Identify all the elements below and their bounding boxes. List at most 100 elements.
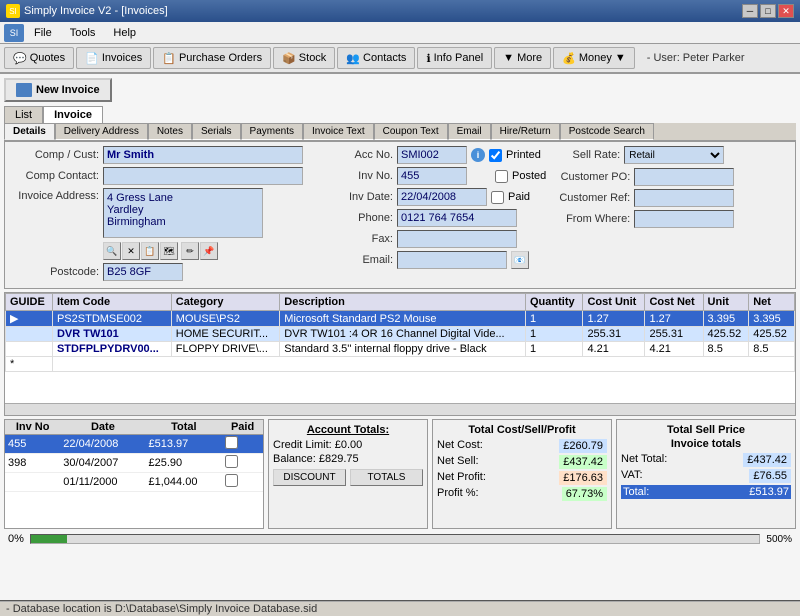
contacts-btn[interactable]: 👥Contacts: [337, 47, 415, 69]
inner-tab-coupon-text[interactable]: Coupon Text: [374, 123, 448, 140]
inv-paid-check[interactable]: [225, 436, 238, 449]
inner-tab-delivery[interactable]: Delivery Address: [55, 123, 148, 140]
postcode-input[interactable]: [103, 263, 183, 281]
stock-icon: 📦: [282, 52, 296, 65]
more-btn[interactable]: ▼More: [494, 47, 551, 69]
form-right-col: Sell Rate: Retail Customer PO: Customer …: [550, 146, 791, 284]
sell-rate-select[interactable]: Retail: [624, 146, 724, 164]
fax-label: Fax:: [333, 233, 393, 245]
printed-checkbox[interactable]: [489, 149, 502, 162]
description-cell: DVR TW101 :4 OR 16 Channel Digital Vide.…: [280, 327, 526, 342]
email-input[interactable]: [397, 251, 507, 269]
cost-sell-profit-panel: Total Cost/Sell/Profit Net Cost: £260.79…: [432, 419, 612, 529]
inv-paid-check[interactable]: [225, 455, 238, 468]
net-total-value: £437.42: [743, 453, 791, 467]
invoice-list-row[interactable]: 398 30/04/2007 £25.90: [5, 454, 263, 473]
top-actions: New Invoice: [4, 78, 796, 102]
inner-tab-serials[interactable]: Serials: [192, 123, 241, 140]
inv-date-input[interactable]: [397, 188, 487, 206]
posted-checkbox[interactable]: [495, 170, 508, 183]
discount-btn[interactable]: DISCOUNT: [273, 469, 346, 486]
vat-value: £76.55: [749, 469, 791, 483]
invoice-list-row[interactable]: 01/11/2000 £1,044.00: [5, 473, 263, 492]
category-cell: MOUSE\PS2: [171, 311, 280, 327]
quotes-btn[interactable]: 💬Quotes: [4, 47, 74, 69]
addr-clear-btn[interactable]: ✕: [122, 242, 140, 260]
net-cell: 3.395: [749, 311, 795, 327]
inner-tab-hire-return[interactable]: Hire/Return: [491, 123, 560, 140]
net-sell-label: Net Sell:: [437, 455, 479, 469]
table-row[interactable]: ▶ PS2STDMSE002 MOUSE\PS2 Microsoft Stand…: [6, 311, 795, 327]
net-cell: 425.52: [749, 327, 795, 342]
contacts-icon: 👥: [346, 52, 360, 65]
info-panel-btn[interactable]: ℹInfo Panel: [417, 47, 492, 69]
progress-pct-right: 500%: [766, 534, 792, 545]
net-total-label: Net Total:: [621, 453, 667, 467]
form-panel: Comp / Cust: Comp Contact: Invoice Addre…: [4, 141, 796, 289]
quantity-cell: 1: [525, 342, 582, 357]
menu-bar: SI File Tools Help: [0, 22, 800, 44]
email-scan-btn[interactable]: 📧: [511, 251, 529, 269]
comp-cust-input[interactable]: [103, 146, 303, 164]
addr-copy-btn[interactable]: 📋: [141, 242, 159, 260]
minimize-btn[interactable]: ─: [742, 4, 758, 18]
inv-date-cell: 30/04/2007: [60, 454, 145, 473]
tab-invoice[interactable]: Invoice: [43, 106, 103, 123]
col-cost-unit: Cost Unit: [583, 294, 645, 311]
money-btn[interactable]: 💰Money▼: [553, 47, 635, 69]
tab-list[interactable]: List: [4, 106, 43, 123]
addr-map-btn[interactable]: 🗺: [160, 242, 178, 260]
col-cost-net: Cost Net: [645, 294, 703, 311]
table-row[interactable]: STDFPLPYDRV00... FLOPPY DRIVE\... Standa…: [6, 342, 795, 357]
close-btn[interactable]: ✕: [778, 4, 794, 18]
table-row[interactable]: DVR TW101 HOME SECURIT... DVR TW101 :4 O…: [6, 327, 795, 342]
acc-no-input[interactable]: [397, 146, 467, 164]
inner-tab-details[interactable]: Details: [4, 123, 55, 140]
from-where-input[interactable]: [634, 210, 734, 228]
progress-bar-fill: [31, 535, 67, 543]
stock-btn[interactable]: 📦Stock: [273, 47, 335, 69]
comp-contact-input[interactable]: [103, 167, 303, 185]
app-logo-icon: SI: [4, 24, 24, 42]
inv-paid-check[interactable]: [225, 474, 238, 487]
vat-label: VAT:: [621, 469, 643, 483]
invoice-list-row[interactable]: 455 22/04/2008 £513.97: [5, 435, 263, 454]
menu-help[interactable]: Help: [105, 25, 144, 41]
invoice-list-panel: Inv No Date Total Paid 455 22/04/2008 £5…: [4, 419, 264, 529]
addr-edit-btn[interactable]: ✏: [181, 242, 199, 260]
new-item-row[interactable]: *: [6, 357, 795, 372]
menu-tools[interactable]: Tools: [62, 25, 104, 41]
addr-paste-btn[interactable]: 📌: [200, 242, 218, 260]
inner-tab-postcode[interactable]: Postcode Search: [560, 123, 654, 140]
addr-search-btn[interactable]: 🔍: [103, 242, 121, 260]
inner-tab-invoice-text[interactable]: Invoice Text: [303, 123, 374, 140]
item-code-cell: PS2STDMSE002: [52, 311, 171, 327]
inner-tab-payments[interactable]: Payments: [241, 123, 303, 140]
phone-input[interactable]: [397, 209, 517, 227]
inner-tab-notes[interactable]: Notes: [148, 123, 192, 140]
menu-file[interactable]: File: [26, 25, 60, 41]
totals-btn[interactable]: TOTALS: [350, 469, 423, 486]
paid-checkbox[interactable]: [491, 191, 504, 204]
invoices-btn[interactable]: 📄Invoices: [76, 47, 151, 69]
address-line-2: Yardley: [107, 204, 259, 216]
table-h-scrollbar[interactable]: [5, 403, 795, 415]
inv-no-cell: 455: [5, 435, 60, 454]
fax-input[interactable]: [397, 230, 517, 248]
user-label: - User: Peter Parker: [647, 52, 745, 64]
purchase-orders-btn[interactable]: 📋Purchase Orders: [153, 47, 271, 69]
net-profit-label: Net Profit:: [437, 471, 486, 485]
form-left-col: Comp / Cust: Comp Contact: Invoice Addre…: [9, 146, 329, 284]
new-invoice-button[interactable]: New Invoice: [4, 78, 112, 102]
customer-po-input[interactable]: [634, 168, 734, 186]
restore-btn[interactable]: □: [760, 4, 776, 18]
customer-ref-input[interactable]: [634, 189, 734, 207]
table-scroll-area[interactable]: GUIDE Item Code Category Description Qua…: [5, 293, 795, 403]
inv-no-input[interactable]: [397, 167, 467, 185]
sell-price-title: Total Sell Price: [621, 424, 791, 436]
title-bar: SI Simply Invoice V2 - [Invoices] ─ □ ✕: [0, 0, 800, 22]
info-icon[interactable]: i: [471, 148, 485, 162]
inner-tab-email[interactable]: Email: [448, 123, 491, 140]
col-guide: GUIDE: [6, 294, 53, 311]
description-cell: Standard 3.5'' internal floppy drive - B…: [280, 342, 526, 357]
